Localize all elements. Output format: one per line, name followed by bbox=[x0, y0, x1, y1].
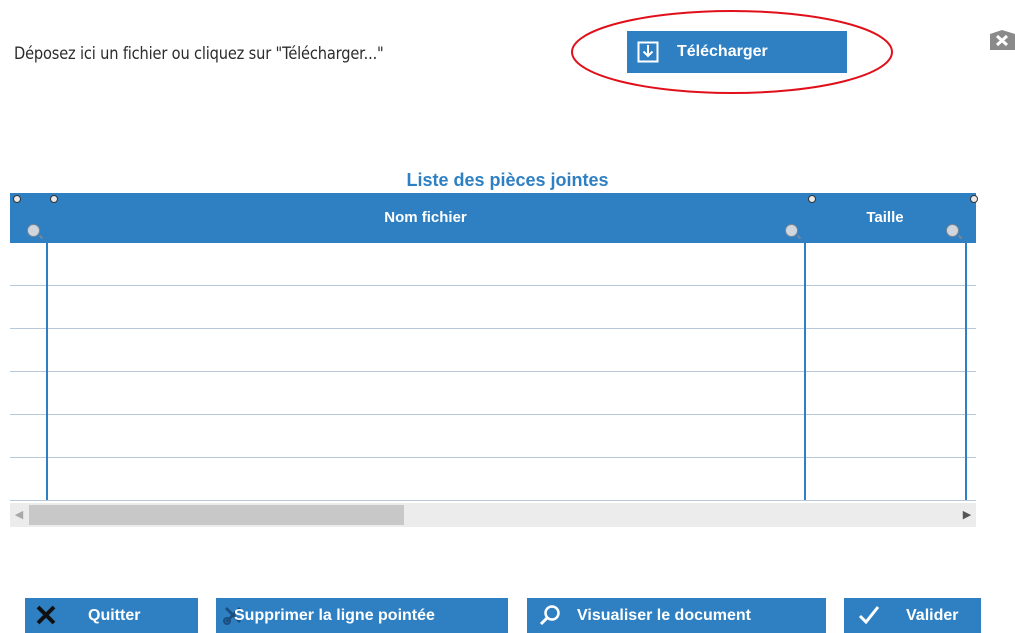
horizontal-scrollbar[interactable]: ◀ ▶ bbox=[10, 503, 976, 527]
column-divider bbox=[46, 193, 48, 500]
table-row[interactable] bbox=[10, 372, 976, 415]
quit-button[interactable]: Quitter bbox=[25, 598, 198, 633]
table-row[interactable] bbox=[10, 415, 976, 458]
view-document-button[interactable]: Visualiser le document bbox=[527, 598, 826, 633]
zoom-icon[interactable] bbox=[946, 224, 959, 237]
column-divider bbox=[965, 193, 967, 500]
x-icon bbox=[36, 605, 56, 625]
column-header-filename[interactable]: Nom fichier bbox=[47, 193, 804, 243]
sort-icon[interactable] bbox=[13, 195, 21, 203]
zoom-icon[interactable] bbox=[27, 224, 40, 237]
column-header-size[interactable]: Taille bbox=[805, 193, 965, 243]
column-divider bbox=[804, 193, 806, 500]
attachments-title: Liste des pièces jointes bbox=[406, 170, 609, 190]
attachments-table: Nom fichier Taille bbox=[10, 193, 978, 501]
scroll-thumb[interactable] bbox=[29, 505, 404, 525]
validate-button[interactable]: Valider bbox=[844, 598, 981, 633]
close-icon[interactable] bbox=[990, 30, 1015, 52]
table-row[interactable] bbox=[10, 458, 976, 501]
column-header-extra[interactable] bbox=[967, 193, 978, 243]
column-header-select[interactable] bbox=[10, 193, 46, 243]
upload-button-label: Télécharger bbox=[677, 43, 768, 60]
sort-icon[interactable] bbox=[50, 195, 58, 203]
zoom-icon[interactable] bbox=[785, 224, 798, 237]
table-row[interactable] bbox=[10, 286, 976, 329]
drop-zone-instruction: Déposez ici un fichier ou cliquez sur "T… bbox=[14, 44, 384, 64]
upload-button[interactable]: Télécharger bbox=[627, 31, 847, 73]
table-row[interactable] bbox=[10, 329, 976, 372]
checkmark-icon bbox=[858, 606, 880, 625]
table-header: Nom fichier Taille bbox=[10, 193, 978, 243]
download-arrow-box-icon bbox=[637, 41, 659, 63]
delete-row-button[interactable]: Supprimer la ligne pointée bbox=[216, 598, 508, 633]
scroll-right-icon[interactable]: ▶ bbox=[958, 503, 976, 527]
sort-icon[interactable] bbox=[970, 195, 978, 203]
magnifier-icon bbox=[539, 605, 560, 626]
sort-icon[interactable] bbox=[808, 195, 816, 203]
table-row[interactable] bbox=[10, 243, 976, 286]
scroll-left-icon[interactable]: ◀ bbox=[10, 503, 28, 527]
